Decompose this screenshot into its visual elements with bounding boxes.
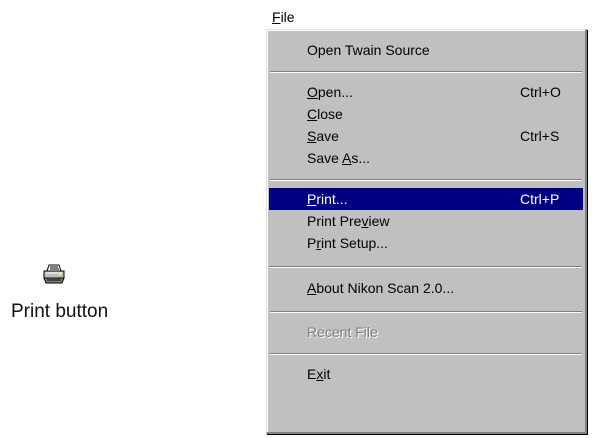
menu-separator [270, 266, 582, 268]
menu-separator [270, 311, 582, 313]
menu-item-exit[interactable]: Exit [269, 363, 583, 385]
shortcut-open: Ctrl+O [520, 84, 561, 100]
menu-separator [270, 179, 582, 181]
menu-item-print-setup[interactable]: Print Setup... [269, 232, 583, 254]
menu-item-save-as[interactable]: Save As... [269, 147, 583, 169]
menu-separator [270, 353, 582, 355]
menu-item-print-preview[interactable]: Print Preview [269, 210, 583, 232]
menu-item-open[interactable]: Open... Ctrl+O [269, 81, 583, 103]
file-menu-title[interactable]: File [266, 6, 302, 29]
shortcut-save: Ctrl+S [520, 128, 560, 144]
menu-item-print[interactable]: Print... Ctrl+P [269, 188, 583, 210]
menu-separator [270, 71, 582, 73]
print-button-caption: Print button [11, 301, 109, 322]
shortcut-print: Ctrl+P [520, 191, 560, 207]
file-menu-dropdown: Open Twain Source Open... Ctrl+O Close Sa… [266, 29, 587, 434]
menu-item-about[interactable]: About Nikon Scan 2.0... [269, 277, 583, 299]
menu-item-close[interactable]: Close [269, 103, 583, 125]
menu-item-recent-file: Recent File [307, 324, 378, 340]
menu-item-open-twain-source[interactable]: Open Twain Source [269, 39, 583, 61]
menu-item-save[interactable]: Save Ctrl+S [269, 125, 583, 147]
printer-icon[interactable] [42, 263, 66, 285]
